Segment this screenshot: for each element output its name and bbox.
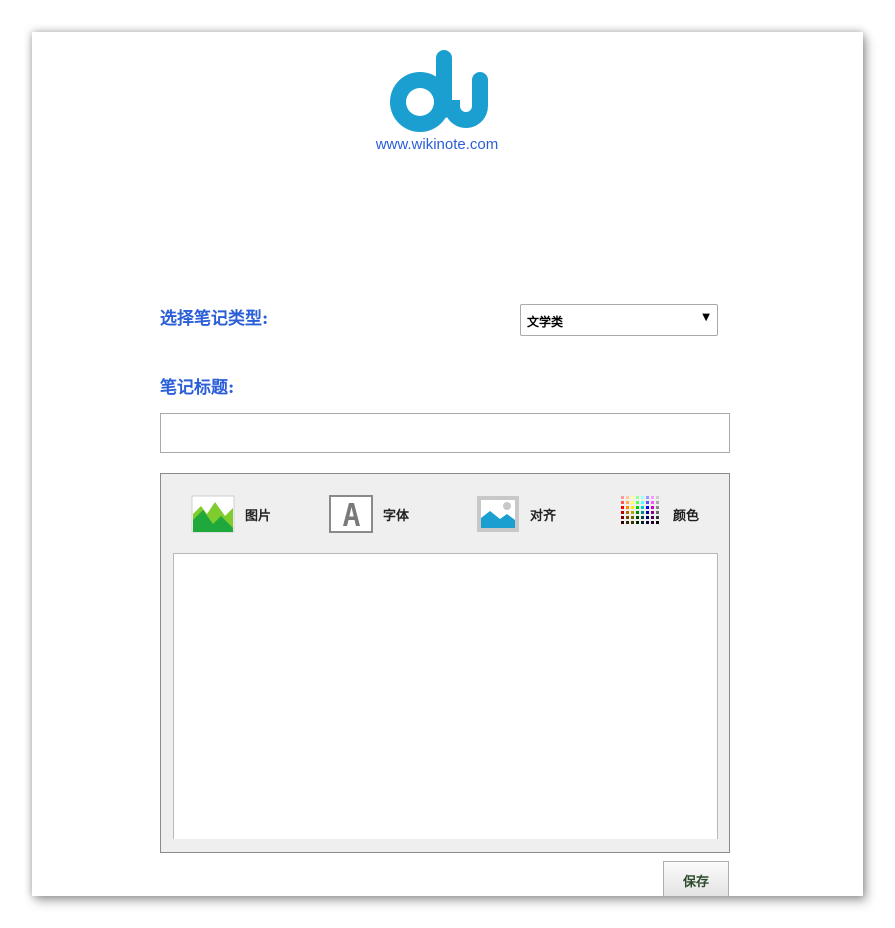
rich-text-editor: 图片 字体 对齐 颜色 [160,473,730,853]
toolbar-font-label: 字体 [383,508,410,524]
note-title-input[interactable] [160,413,730,453]
font-icon [329,495,373,533]
image-icon [191,495,235,533]
du-logo-icon [390,50,488,132]
toolbar-color-button[interactable]: 颜色 [619,494,699,534]
toolbar-align-label: 对齐 [530,508,557,524]
note-type-select[interactable]: 文学类 ▼ [520,304,718,336]
toolbar-color-label: 颜色 [673,508,700,524]
color-palette-icon [621,496,659,524]
toolbar-image-button[interactable]: 图片 [191,494,271,534]
page-card: www.wikinote.com 选择笔记类型: 文学类 ▼ 笔记标题: 图片 … [32,32,863,896]
note-type-label: 选择笔记类型: [160,309,269,329]
chevron-down-icon: ▼ [702,312,710,323]
editor-content-area[interactable] [173,553,718,839]
align-picture-icon [477,496,519,532]
note-type-selected-value: 文学类 [527,315,564,329]
note-title-label: 笔记标题: [160,378,235,398]
save-button[interactable]: 保存 [663,861,729,896]
toolbar-image-label: 图片 [245,508,272,524]
toolbar-align-button[interactable]: 对齐 [476,494,556,534]
logo-url-text[interactable]: www.wikinote.com [352,136,522,153]
toolbar-font-button[interactable]: 字体 [329,494,409,534]
